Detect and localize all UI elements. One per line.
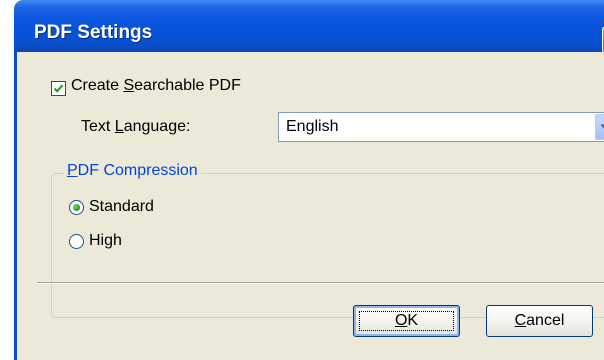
text-language-label: Text Language: xyxy=(81,118,191,135)
high-radio[interactable] xyxy=(69,234,84,249)
chevron-down-icon xyxy=(600,123,604,129)
cancel-button[interactable]: Cancel xyxy=(486,305,593,337)
pdf-compression-title: PDF Compression xyxy=(64,162,201,180)
high-radio-label[interactable]: High xyxy=(89,232,122,250)
checkmark-icon xyxy=(53,84,64,93)
searchable-pdf-label[interactable]: Create Searchable PDF xyxy=(71,77,241,95)
dropdown-button[interactable] xyxy=(595,114,604,140)
pdf-settings-dialog: PDF Settings ✕ Create Searchable PDF Tex… xyxy=(0,0,604,360)
dialog-title: PDF Settings xyxy=(34,22,153,43)
radio-selected-dot xyxy=(73,204,80,211)
title-bar[interactable]: PDF Settings ✕ xyxy=(14,0,604,54)
pdf-compression-group xyxy=(51,173,604,318)
text-language-select[interactable]: English xyxy=(278,112,604,142)
ok-button[interactable]: OK xyxy=(353,305,460,337)
standard-radio[interactable] xyxy=(69,200,84,215)
text-language-value: English xyxy=(286,118,339,135)
standard-radio-label[interactable]: Standard xyxy=(89,198,154,216)
searchable-pdf-checkbox[interactable] xyxy=(51,81,66,96)
dialog-body: Create Searchable PDF Text Language: Eng… xyxy=(14,52,604,360)
